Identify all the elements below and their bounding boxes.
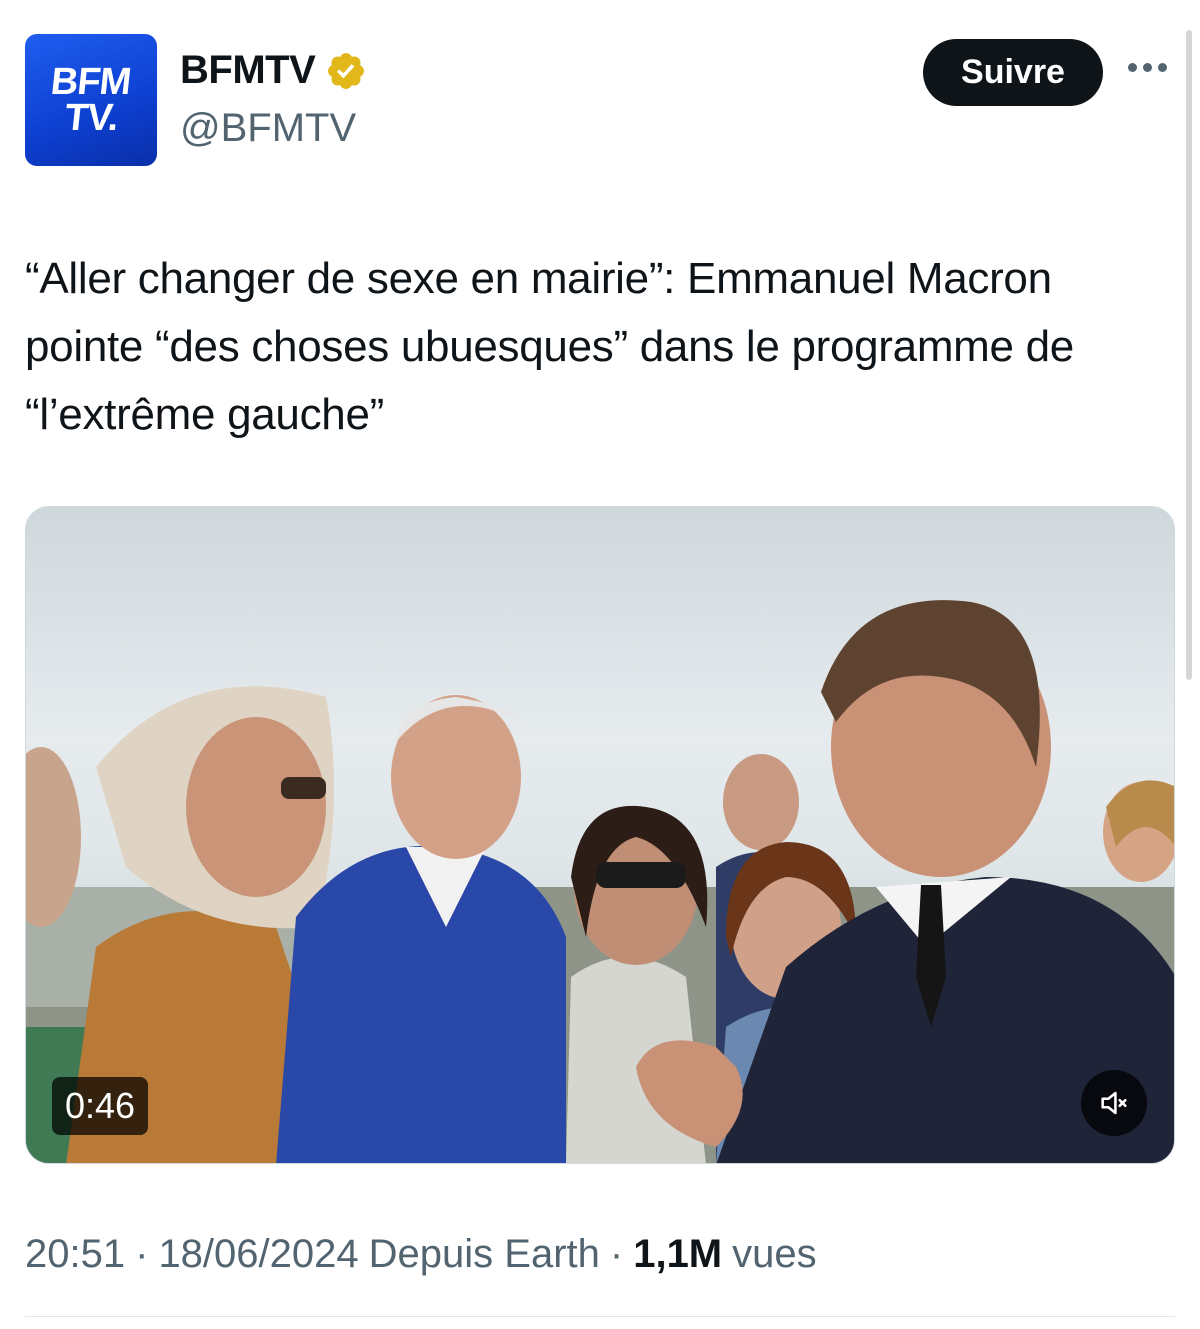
views-label: vues bbox=[732, 1232, 817, 1276]
tweet-time[interactable]: 20:51 bbox=[25, 1232, 125, 1277]
meta-separator-2: · bbox=[609, 1232, 624, 1276]
mute-glyph bbox=[1101, 1091, 1127, 1115]
verified-badge-icon[interactable] bbox=[325, 50, 367, 92]
scrollbar[interactable] bbox=[1186, 30, 1192, 680]
tweet-date[interactable]: 18/06/2024 bbox=[158, 1232, 358, 1277]
meta-separator: · bbox=[135, 1232, 149, 1276]
tweet-text: “Aller changer de sexe en mairie”: Emman… bbox=[25, 254, 1074, 439]
video-duration-badge: 0:46 bbox=[52, 1077, 149, 1135]
tweet-source: Depuis Earth bbox=[368, 1232, 600, 1276]
tweet-meta: 20:51 · 18/06/2024 Depuis Earth · 1,1M v… bbox=[25, 1232, 817, 1277]
speaker-muted-icon[interactable] bbox=[1081, 1070, 1147, 1136]
avatar-logo-line2: TV. bbox=[62, 97, 120, 139]
views-count: 1,1M bbox=[633, 1232, 723, 1276]
author-display-name[interactable]: BFMTV bbox=[180, 48, 316, 93]
follow-button[interactable]: Suivre bbox=[923, 39, 1103, 106]
author-avatar[interactable]: BFM TV. bbox=[25, 34, 157, 166]
video-thumbnail bbox=[26, 600, 1174, 1163]
video-player[interactable] bbox=[25, 506, 1175, 1164]
divider bbox=[25, 1316, 1175, 1317]
avatar-logo-line1: BFM bbox=[49, 60, 133, 103]
author-name-row: BFMTV bbox=[180, 48, 367, 93]
author-handle[interactable]: @BFMTV bbox=[180, 106, 356, 151]
more-options-icon[interactable] bbox=[1128, 63, 1167, 72]
